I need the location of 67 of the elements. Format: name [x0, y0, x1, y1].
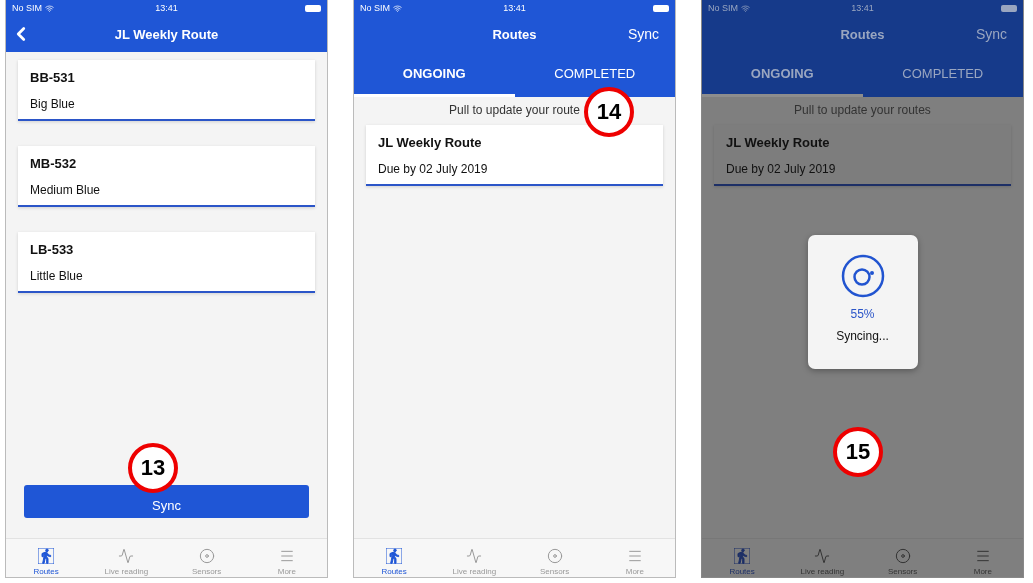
- disc-icon: [198, 548, 215, 564]
- tab-bar-item[interactable]: Live reading: [782, 539, 863, 577]
- due-date: Due by 02 July 2019: [726, 162, 837, 176]
- sync-link[interactable]: Sync: [627, 26, 659, 42]
- step-number-badge: 13: [128, 443, 178, 493]
- sensor-name: Medium Blue: [30, 183, 102, 197]
- route-name: JL Weekly Route: [378, 135, 483, 150]
- carrier-label: No SIM: [12, 3, 54, 13]
- tab[interactable]: COMPLETED: [862, 52, 1023, 97]
- carrier-label: No SIM: [360, 3, 402, 13]
- sensor-card[interactable]: LB-533 Little Blue: [18, 232, 315, 293]
- clock: 13:41: [851, 3, 874, 13]
- sensor-name: Big Blue: [30, 97, 76, 111]
- disc-icon: [894, 548, 911, 564]
- tab-bar-item[interactable]: More: [594, 539, 675, 577]
- syncing-label: Syncing...: [836, 329, 889, 343]
- tab-bar-item[interactable]: More: [942, 539, 1023, 577]
- tab-bar-item[interactable]: Live reading: [86, 539, 167, 577]
- disc-icon: [546, 548, 563, 564]
- pulse-icon: [466, 548, 483, 564]
- due-date: Due by 02 July 2019: [378, 162, 489, 176]
- tab-bar-item[interactable]: Routes: [702, 539, 783, 577]
- carrier-label: No SIM: [708, 3, 750, 13]
- tab-bar-item[interactable]: Sensors: [862, 539, 943, 577]
- sensor-code: BB-531: [30, 70, 76, 85]
- pulse-icon: [814, 548, 831, 564]
- route-card[interactable]: JL Weekly Route Due by 02 July 2019: [714, 125, 1011, 186]
- pull-hint: Pull to update your route: [449, 103, 580, 117]
- screen-title: Routes: [840, 26, 885, 42]
- sensor-code: MB-532: [30, 156, 78, 171]
- screen-title: Routes: [492, 26, 537, 42]
- sync-progress-icon: [839, 253, 886, 299]
- battery-icon: [653, 4, 669, 12]
- walking-person-icon: [38, 548, 55, 564]
- wifi-icon: [45, 3, 54, 13]
- tab-bar-item[interactable]: Sensors: [514, 539, 595, 577]
- sync-button[interactable]: Sync: [24, 485, 309, 518]
- sensor-code: LB-533: [30, 242, 75, 257]
- clock: 13:41: [503, 3, 526, 13]
- pulse-icon: [118, 548, 135, 564]
- walking-person-icon: [386, 548, 403, 564]
- tab-bar-item[interactable]: Live reading: [434, 539, 515, 577]
- battery-icon: [305, 4, 321, 12]
- tab[interactable]: ONGOING: [702, 52, 863, 97]
- tab-bar-item[interactable]: Routes: [354, 539, 435, 577]
- menu-icon: [626, 548, 643, 564]
- sensor-card[interactable]: BB-531 Big Blue: [18, 60, 315, 121]
- route-name: JL Weekly Route: [726, 135, 831, 150]
- pull-hint: Pull to update your routes: [794, 103, 931, 117]
- tab-bar-item[interactable]: Routes: [6, 539, 87, 577]
- tab-bar-item[interactable]: More: [246, 539, 327, 577]
- tab[interactable]: ONGOING: [354, 52, 515, 97]
- wifi-icon: [393, 3, 402, 13]
- battery-icon: [1001, 4, 1017, 12]
- walking-person-icon: [734, 548, 751, 564]
- menu-icon: [974, 548, 991, 564]
- tab-bar-item[interactable]: Sensors: [166, 539, 247, 577]
- menu-icon: [278, 548, 295, 564]
- screen-title: JL Weekly Route: [114, 26, 219, 42]
- progress-percent: 55%: [850, 307, 875, 321]
- wifi-icon: [741, 3, 750, 13]
- sensor-name: Little Blue: [30, 269, 84, 283]
- sensor-card[interactable]: MB-532 Medium Blue: [18, 146, 315, 207]
- route-card[interactable]: JL Weekly Route Due by 02 July 2019: [366, 125, 663, 186]
- step-number-badge: 15: [833, 427, 883, 477]
- clock: 13:41: [155, 3, 178, 13]
- sync-link[interactable]: Sync: [975, 26, 1007, 42]
